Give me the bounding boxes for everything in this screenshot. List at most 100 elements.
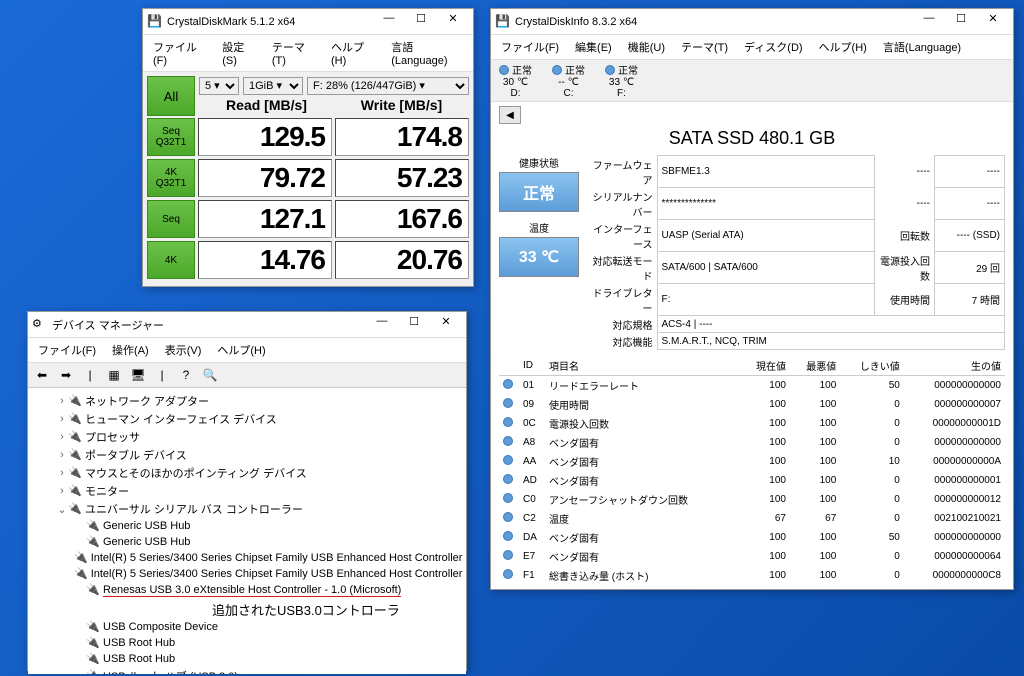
drive-select[interactable]: F: 28% (126/447GiB) ▾ xyxy=(307,77,469,95)
expand-icon[interactable]: › xyxy=(56,467,68,479)
maximize-button[interactable]: ☐ xyxy=(398,315,430,335)
maximize-button[interactable]: ☐ xyxy=(405,12,437,32)
drive-tab[interactable]: 正常30 ℃D: xyxy=(499,62,532,99)
refresh-button[interactable]: 🖥 xyxy=(128,365,148,385)
device-icon: 🔌 xyxy=(74,551,88,565)
tree-node[interactable]: 🔌Intel(R) 5 Series/3400 Series Chipset F… xyxy=(32,566,462,582)
menu-edit[interactable]: 編集(E) xyxy=(569,37,618,57)
write-value: 57.23 xyxy=(335,159,469,197)
forward-button[interactable]: ➡ xyxy=(56,365,76,385)
tree-node[interactable]: 🔌USB Root Hub xyxy=(32,635,462,651)
back-button[interactable]: ⬅ xyxy=(32,365,52,385)
smart-row[interactable]: F1総書き込み量 (ホスト)10010000000000000C8 xyxy=(499,566,1005,585)
smart-row[interactable]: E7ベンダ固有1001000000000000064 xyxy=(499,547,1005,566)
expand-icon[interactable]: ⌄ xyxy=(56,503,68,516)
help-button[interactable]: ? xyxy=(176,365,196,385)
tree-node[interactable]: ⌄🔌ユニバーサル シリアル バス コントローラー xyxy=(32,500,462,518)
tree-node[interactable]: 🔌Generic USB Hub xyxy=(32,534,462,550)
status-dot-icon xyxy=(503,379,513,389)
tree-node[interactable]: ›🔌モニター xyxy=(32,482,462,500)
expand-icon[interactable]: › xyxy=(56,485,68,497)
menu-file[interactable]: ファイル(F) xyxy=(32,340,102,360)
toolbar-sep: | xyxy=(80,365,100,385)
menu-function[interactable]: 機能(U) xyxy=(622,37,671,57)
menu-help[interactable]: ヘルプ(H) xyxy=(325,37,381,69)
show-hidden-button[interactable]: ▦ xyxy=(104,365,124,385)
menu-settings[interactable]: 設定(S) xyxy=(216,37,262,69)
menu-language[interactable]: 言語(Language) xyxy=(385,37,469,69)
menu-disk[interactable]: ディスク(D) xyxy=(738,37,809,57)
minimize-button[interactable]: — xyxy=(913,12,945,32)
menu-theme[interactable]: テーマ(T) xyxy=(675,37,734,57)
tree-node[interactable]: 🔌USB Root Hub xyxy=(32,651,462,667)
status-dot-icon xyxy=(503,550,513,560)
devman-titlebar[interactable]: デバイス マネージャー — ☐ ✕ xyxy=(28,312,466,338)
close-button[interactable]: ✕ xyxy=(430,315,462,335)
tree-node[interactable]: ›🔌ネットワーク アダプター xyxy=(32,392,462,410)
tree-label: Intel(R) 5 Series/3400 Series Chipset Fa… xyxy=(91,552,466,564)
menu-view[interactable]: 表示(V) xyxy=(159,340,208,360)
menu-file[interactable]: ファイル(F) xyxy=(147,37,212,69)
tree-node[interactable]: ›🔌ヒューマン インターフェイス デバイス xyxy=(32,410,462,428)
expand-icon[interactable]: › xyxy=(56,413,68,425)
device-tree[interactable]: ›🔌ネットワーク アダプター›🔌ヒューマン インターフェイス デバイス›🔌プロセ… xyxy=(28,388,466,674)
device-icon: 🔌 xyxy=(68,394,82,408)
tree-node[interactable]: 🔌Generic USB Hub xyxy=(32,518,462,534)
tree-label: USB Composite Device xyxy=(103,621,218,633)
menu-file[interactable]: ファイル(F) xyxy=(495,37,565,57)
tree-node[interactable]: ›🔌ポータブル デバイス xyxy=(32,446,462,464)
drive-tab[interactable]: 正常33 ℃F: xyxy=(605,62,638,99)
menu-help[interactable]: ヘルプ(H) xyxy=(211,340,271,360)
expand-icon[interactable]: › xyxy=(56,395,68,407)
close-button[interactable]: ✕ xyxy=(437,12,469,32)
runs-select[interactable]: 5 ▾ xyxy=(199,77,239,95)
smart-row[interactable]: 01リードエラーレート10010050000000000000 xyxy=(499,376,1005,396)
smart-row[interactable]: A8ベンダ固有1001000000000000000 xyxy=(499,433,1005,452)
device-icon: 🔌 xyxy=(68,448,82,462)
devman-menubar: ファイル(F) 操作(A) 表示(V) ヘルプ(H) xyxy=(28,338,466,363)
tree-node[interactable]: 🔌Renesas USB 3.0 eXtensible Host Control… xyxy=(32,582,462,598)
smart-row[interactable]: ADベンダ固有1001000000000000001 xyxy=(499,471,1005,490)
status-dot-icon xyxy=(503,474,513,484)
minimize-button[interactable]: — xyxy=(373,12,405,32)
status-dot-icon xyxy=(552,65,562,75)
device-manager-window: デバイス マネージャー — ☐ ✕ ファイル(F) 操作(A) 表示(V) ヘル… xyxy=(27,311,467,671)
bench-button-3[interactable]: 4K xyxy=(147,241,195,279)
smart-row[interactable]: 09使用時間1001000000000000007 xyxy=(499,395,1005,414)
smart-row[interactable]: AAベンダ固有1001001000000000000A xyxy=(499,452,1005,471)
size-select[interactable]: 1GiB ▾ xyxy=(243,77,303,95)
menu-language[interactable]: 言語(Language) xyxy=(877,37,967,57)
minimize-button[interactable]: — xyxy=(366,315,398,335)
tree-node[interactable]: 🔌Intel(R) 5 Series/3400 Series Chipset F… xyxy=(32,550,462,566)
cdm-app-icon xyxy=(147,14,163,30)
prev-drive-button[interactable]: ◀ xyxy=(499,106,521,124)
run-all-button[interactable]: All xyxy=(147,76,195,116)
smart-row[interactable]: C0アンセーフシャットダウン回数1001000000000000012 xyxy=(499,490,1005,509)
smart-row[interactable]: C2温度67670002100210021 xyxy=(499,509,1005,528)
cdm-titlebar[interactable]: CrystalDiskMark 5.1.2 x64 — ☐ ✕ xyxy=(143,9,473,35)
smart-row[interactable]: 0C電源投入回数100100000000000001D xyxy=(499,414,1005,433)
bench-button-2[interactable]: Seq xyxy=(147,200,195,238)
write-value: 20.76 xyxy=(335,241,469,279)
tree-node[interactable]: ›🔌プロセッサ xyxy=(32,428,462,446)
bench-button-1[interactable]: 4KQ32T1 xyxy=(147,159,195,197)
menu-theme[interactable]: テーマ(T) xyxy=(266,37,321,69)
expand-icon[interactable]: › xyxy=(56,449,68,461)
tree-label: ユニバーサル シリアル バス コントローラー xyxy=(85,501,303,517)
scan-button[interactable]: 🔍 xyxy=(200,365,220,385)
menu-help[interactable]: ヘルプ(H) xyxy=(813,37,873,57)
device-icon: 🔌 xyxy=(86,519,100,533)
drive-tab[interactable]: 正常-- ℃C: xyxy=(552,62,585,99)
status-dot-icon xyxy=(503,512,513,522)
expand-icon[interactable]: › xyxy=(56,431,68,443)
menu-action[interactable]: 操作(A) xyxy=(106,340,155,360)
tree-node[interactable]: 🔌USB Composite Device xyxy=(32,619,462,635)
smart-row[interactable]: DAベンダ固有10010050000000000000 xyxy=(499,528,1005,547)
bench-button-0[interactable]: SeqQ32T1 xyxy=(147,118,195,156)
tree-node[interactable]: ›🔌マウスとそのほかのポインティング デバイス xyxy=(32,464,462,482)
tree-node[interactable]: 🔌USB ルート ハブ (USB 3.0) xyxy=(32,667,462,674)
cdi-titlebar[interactable]: CrystalDiskInfo 8.3.2 x64 — ☐ ✕ xyxy=(491,9,1013,35)
maximize-button[interactable]: ☐ xyxy=(945,12,977,32)
close-button[interactable]: ✕ xyxy=(977,12,1009,32)
bench-row: SeqQ32T1129.5174.8 xyxy=(147,118,469,156)
